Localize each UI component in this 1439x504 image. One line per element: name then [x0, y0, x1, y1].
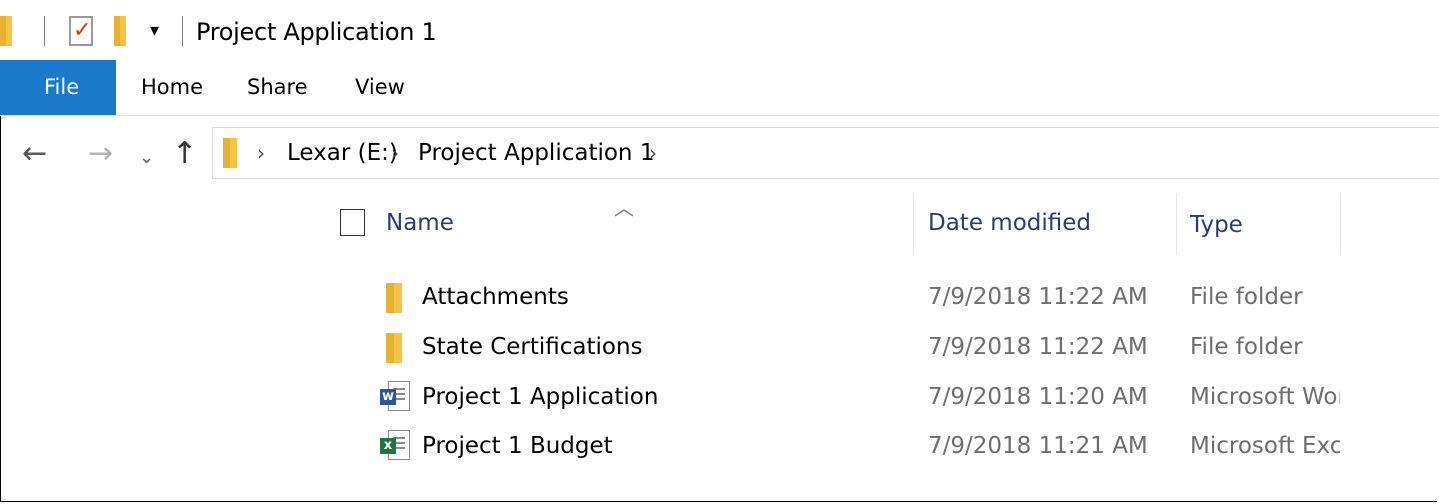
toolbar-separator: [182, 16, 183, 46]
file-type: File folder: [1190, 334, 1303, 360]
file-date: 7/9/2018 11:22 AM: [928, 334, 1148, 360]
ribbon-tabs: File Home Share View: [0, 60, 1439, 116]
file-type: Microsoft Wor: [1190, 384, 1340, 410]
breadcrumb-drive[interactable]: Lexar (E:): [287, 138, 398, 168]
forward-arrow-icon[interactable]: →: [88, 139, 113, 169]
qat-dropdown-icon[interactable]: ▾: [150, 20, 159, 41]
file-type: Microsoft Exce: [1190, 433, 1340, 459]
file-name: Project 1 Budget: [422, 433, 613, 459]
folder-icon: [0, 16, 12, 46]
column-divider[interactable]: [913, 193, 914, 255]
excel-workbook-icon: x: [380, 430, 410, 462]
file-date: 7/9/2018 11:20 AM: [928, 384, 1148, 410]
back-arrow-icon[interactable]: ←: [22, 139, 47, 169]
file-date: 7/9/2018 11:21 AM: [928, 433, 1148, 459]
file-type: File folder: [1190, 284, 1303, 310]
column-header-date[interactable]: Date modified: [928, 210, 1091, 236]
address-bar[interactable]: › Lexar (E:) › Project Application 1 ›: [212, 127, 1439, 179]
breadcrumb-folder[interactable]: Project Application 1: [418, 138, 654, 168]
file-name: Project 1 Application: [422, 384, 659, 410]
tab-view[interactable]: View: [355, 60, 405, 115]
column-header-name[interactable]: Name: [386, 210, 454, 236]
folder-icon: [386, 283, 402, 313]
column-header-type[interactable]: Type: [1190, 212, 1243, 238]
tab-home[interactable]: Home: [141, 60, 203, 115]
sort-ascending-icon: ︿: [614, 196, 634, 220]
breadcrumb-chevron-icon[interactable]: ›: [391, 138, 399, 168]
breadcrumb-chevron-icon[interactable]: ›: [257, 138, 265, 168]
recent-locations-chevron-icon[interactable]: ⌄: [139, 143, 154, 173]
file-name: State Certifications: [422, 334, 643, 360]
folder-icon: [386, 333, 402, 363]
column-divider[interactable]: [1340, 193, 1341, 255]
column-divider[interactable]: [1176, 193, 1177, 255]
new-folder-icon[interactable]: [114, 16, 126, 46]
word-document-icon: w: [380, 381, 410, 413]
toolbar-separator: [44, 16, 45, 46]
file-name: Attachments: [422, 284, 569, 310]
file-date: 7/9/2018 11:22 AM: [928, 284, 1148, 310]
window-title: Project Application 1: [196, 18, 437, 46]
folder-icon: [223, 138, 237, 168]
up-arrow-icon[interactable]: ↑: [172, 139, 197, 169]
properties-check-icon[interactable]: ✓: [69, 16, 93, 46]
select-all-checkbox[interactable]: [340, 209, 365, 236]
title-bar: ✓ ▾ Project Application 1: [0, 0, 1439, 60]
tab-share[interactable]: Share: [247, 60, 308, 115]
tab-file[interactable]: File: [0, 60, 116, 115]
breadcrumb-chevron-icon[interactable]: ›: [649, 138, 657, 168]
